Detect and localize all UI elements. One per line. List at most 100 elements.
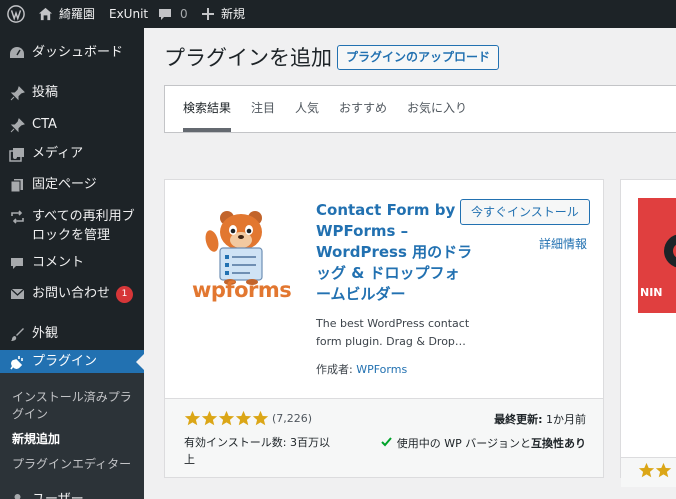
plugins-submenu: インストール済みプラ グイン 新規追加 プラグインエディター bbox=[0, 373, 144, 499]
page-title: プラグインを追加 bbox=[164, 46, 332, 70]
menu-contact[interactable]: お問い合わせ 1 bbox=[0, 283, 144, 305]
menu-pages[interactable]: 固定ページ bbox=[0, 174, 144, 196]
checkmark-icon bbox=[380, 436, 392, 450]
comments-link[interactable]: 0 bbox=[158, 0, 188, 28]
pin-icon bbox=[8, 116, 26, 134]
menu-appearance[interactable]: 外観 bbox=[0, 323, 144, 345]
menu-reusable-blocks[interactable]: すべての再利用ブ ロックを管理 bbox=[0, 206, 144, 246]
last-updated-value: 1か月前 bbox=[546, 413, 586, 426]
menu-label-text: お問い合わせ bbox=[32, 286, 111, 301]
comment-bubble-icon bbox=[158, 8, 172, 21]
plugin-name-line: ームビルダー bbox=[316, 285, 406, 303]
rating-count[interactable]: (7,226) bbox=[272, 412, 312, 425]
menu-comments[interactable]: コメント bbox=[0, 252, 144, 274]
description-line: The best WordPress contact bbox=[316, 317, 470, 330]
menu-label: すべての再利用ブ ロックを管理 bbox=[32, 207, 135, 245]
plugin-card: wpforms Contact Form by WPForms – WordPr… bbox=[164, 179, 604, 478]
plugin-filter-bar: 検索結果 注目 人気 おすすめ お気に入り bbox=[164, 85, 676, 133]
description-line: form plugin. Drag & Drop… bbox=[316, 335, 466, 348]
menu-label: プラグイン bbox=[32, 354, 98, 369]
star-full-icon bbox=[201, 410, 218, 426]
plugin-icon bbox=[8, 353, 26, 371]
home-icon bbox=[38, 7, 53, 21]
appearance-icon bbox=[8, 325, 26, 343]
ninja-forms-logo[interactable]: NIN bbox=[638, 198, 676, 313]
submenu-add-new[interactable]: 新規追加 bbox=[12, 431, 140, 448]
site-name: 綺羅園 bbox=[59, 7, 96, 21]
star-full-icon bbox=[218, 410, 235, 426]
menu-media[interactable]: メディア bbox=[0, 143, 144, 165]
plugin-card-2: NIN bbox=[620, 179, 676, 487]
plugin-name-line: WPForms – bbox=[316, 222, 409, 240]
ninja-forms-wordmark: NIN bbox=[640, 286, 663, 299]
install-now-button[interactable]: 今すぐインストール bbox=[460, 199, 590, 225]
admin-bar: 綺羅園 ExUnit 0 新規 bbox=[0, 0, 676, 28]
star-full-icon bbox=[638, 462, 655, 478]
mail-icon bbox=[8, 285, 26, 303]
plugin-author: 作成者: WPForms bbox=[316, 361, 407, 377]
submenu-installed-plugins[interactable]: インストール済みプラ グイン bbox=[12, 389, 140, 423]
menu-label: 固定ページ bbox=[32, 177, 97, 192]
exunit-link[interactable]: ExUnit bbox=[109, 0, 148, 28]
last-updated: 最終更新: 1か月前 bbox=[494, 411, 586, 427]
menu-posts[interactable]: 投稿 bbox=[0, 82, 144, 104]
exunit-label: ExUnit bbox=[109, 7, 149, 21]
page-icon bbox=[8, 176, 26, 194]
last-updated-label: 最終更新: bbox=[494, 413, 543, 426]
upload-plugin-button[interactable]: プラグインのアップロード bbox=[337, 45, 500, 70]
menu-plugins[interactable]: プラグイン bbox=[0, 350, 144, 373]
more-details-link[interactable]: 詳細情報 bbox=[539, 235, 587, 252]
menu-cta[interactable]: CTA bbox=[0, 114, 144, 136]
star-full-icon bbox=[184, 410, 201, 426]
wordpress-logo-icon[interactable] bbox=[7, 0, 25, 28]
menu-label: ユーザー bbox=[32, 490, 84, 499]
installs-line: 有効インストール数: 3百万以 bbox=[184, 436, 330, 449]
tab-recommended[interactable]: おすすめ bbox=[339, 86, 387, 132]
current-menu-arrow bbox=[136, 354, 144, 370]
tab-search-results[interactable]: 検索結果 bbox=[183, 86, 232, 132]
menu-label-line: すべての再利用ブ bbox=[32, 209, 135, 224]
site-name-link[interactable]: 綺羅園 bbox=[38, 0, 95, 28]
admin-sidebar: ダッシュボード 投稿 CTA メディア 固定ページ すべての再利用ブ ロックを管理 bbox=[0, 28, 144, 499]
menu-label: ダッシュボード bbox=[32, 45, 124, 60]
wpforms-logo[interactable]: wpforms bbox=[184, 200, 296, 312]
new-content-link[interactable]: 新規 bbox=[202, 0, 245, 28]
compatibility: 使用中の WP バージョンと 互換性あり bbox=[380, 435, 586, 451]
comment-icon bbox=[8, 254, 26, 272]
menu-label: コメント bbox=[32, 255, 85, 270]
plugin-description: The best WordPress contact form plugin. … bbox=[316, 315, 476, 351]
menu-dashboard[interactable]: ダッシュボード bbox=[0, 42, 144, 64]
plugin-name-line: WordPress 用のドラ bbox=[316, 243, 473, 261]
submenu-label-line: インストール済みプラ bbox=[12, 390, 132, 404]
submenu-plugin-editor[interactable]: プラグインエディター bbox=[12, 456, 140, 473]
ninja-forms-mark-icon bbox=[664, 234, 676, 268]
plugin-name-line: Contact Form by bbox=[316, 201, 456, 219]
user-icon bbox=[8, 491, 26, 499]
tab-featured[interactable]: 注目 bbox=[251, 86, 275, 132]
star-full-icon bbox=[235, 410, 252, 426]
plugin-card-2-bottom bbox=[621, 457, 676, 487]
author-link[interactable]: WPForms bbox=[356, 363, 407, 376]
comments-count: 0 bbox=[180, 7, 188, 21]
menu-label-line: ロックを管理 bbox=[32, 228, 111, 243]
plugin-card-top: wpforms Contact Form by WPForms – WordPr… bbox=[165, 180, 603, 398]
submenu-label-line: グイン bbox=[12, 407, 49, 421]
menu-label: 投稿 bbox=[32, 85, 59, 100]
tab-popular[interactable]: 人気 bbox=[295, 86, 319, 132]
plugin-name-link[interactable]: Contact Form by WPForms – WordPress 用のドラ… bbox=[316, 200, 476, 305]
stars-group bbox=[184, 410, 269, 427]
media-icon bbox=[8, 145, 26, 163]
active-installs: 有効インストール数: 3百万以 上 bbox=[184, 434, 354, 468]
installs-line: 上 bbox=[184, 453, 195, 466]
plugin-name-line: ッグ & ドロップフォ bbox=[316, 264, 460, 282]
dashboard-icon bbox=[8, 44, 26, 62]
star-rating-2 bbox=[638, 462, 672, 479]
plus-icon bbox=[202, 8, 214, 20]
notification-badge: 1 bbox=[116, 286, 134, 303]
compat-status: 互換性あり bbox=[531, 437, 586, 450]
menu-users[interactable]: ユーザー bbox=[0, 489, 144, 499]
menu-label: CTA bbox=[32, 117, 57, 132]
pin-icon bbox=[8, 84, 26, 102]
tab-favorites[interactable]: お気に入り bbox=[407, 86, 467, 132]
star-rating: (7,226) bbox=[184, 410, 312, 427]
